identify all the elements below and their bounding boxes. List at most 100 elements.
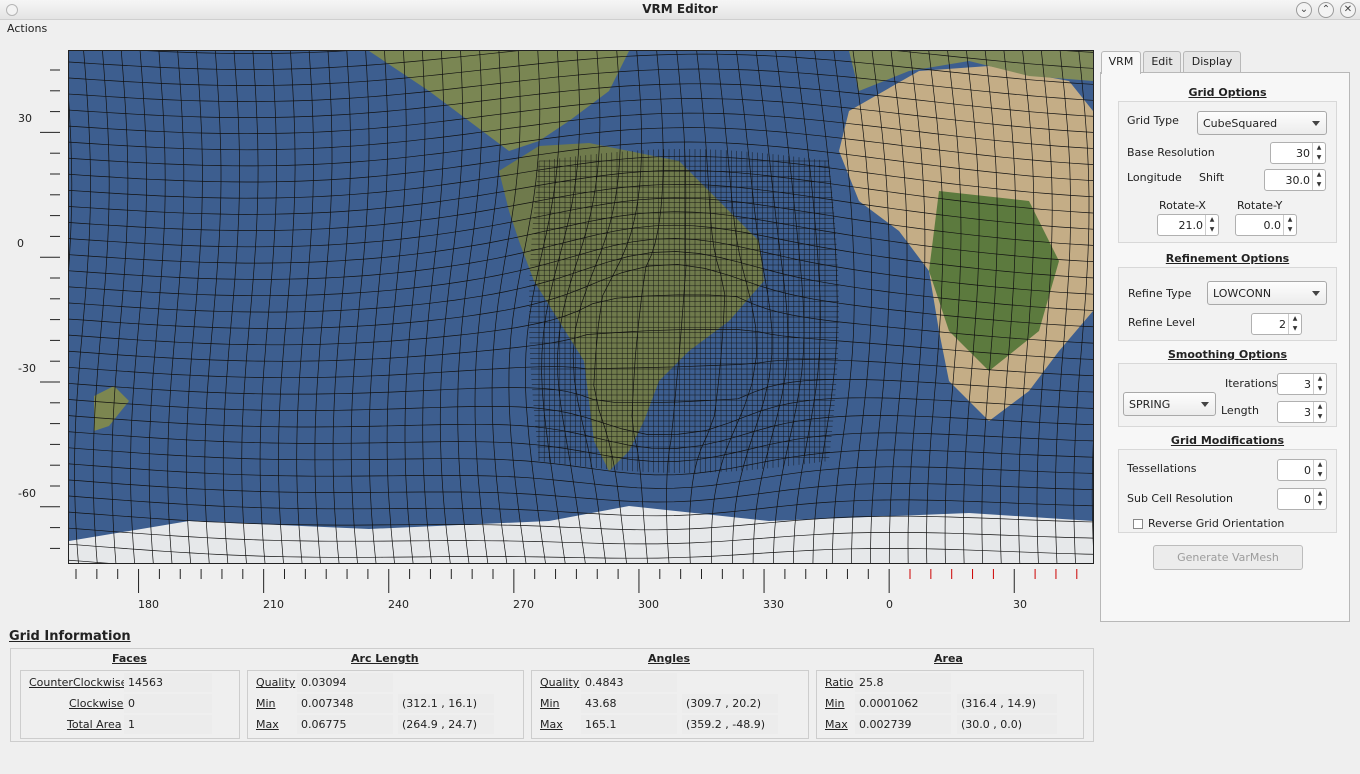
chevron-down-icon: ⌄ [1299,4,1309,15]
angles-title: Angles [648,652,690,665]
generate-varmesh-button[interactable]: Generate VarMesh [1153,545,1303,570]
iterations-spinbox[interactable]: 3 ▲ ▼ [1277,373,1327,395]
cw-value: 0 [124,694,212,713]
maximize-button[interactable]: ⌃ [1318,2,1334,18]
menu-actions[interactable]: Actions [7,22,47,35]
y-tick-label-0: 0 [17,237,24,250]
grid-options-title: Grid Options [1188,86,1267,99]
close-button[interactable]: ✕ [1340,2,1356,18]
menu-bar: Actions [0,20,1360,38]
arc-max-value: 0.06775 [297,715,393,734]
x-axis [75,569,1078,593]
area-max-label: Max [825,718,848,731]
faces-section: CounterClockwise 14563 Clockwise 0 Total… [20,670,240,739]
area-max-value: 0.002739 [855,715,951,734]
sub-cell-resolution-value: 0 [1304,493,1311,506]
longitude-label: Longitude [1127,171,1182,184]
title-bar: VRM Editor ⌄ ⌃ ✕ [0,0,1360,20]
arc-quality-value: 0.03094 [297,673,393,692]
angles-quality-value: 0.4843 [581,673,677,692]
rotate-y-value: 0.0 [1263,219,1282,232]
x-tick-label-180: 180 [138,598,159,611]
tessellations-spinbox[interactable]: 0 ▲ ▼ [1277,459,1327,481]
refine-type-label: Refine Type [1128,287,1192,300]
x-tick-label-270: 270 [513,598,534,611]
spin-arrows-icon[interactable]: ▲ ▼ [1283,215,1296,235]
refine-level-label: Refine Level [1128,316,1196,329]
refine-type-select[interactable]: LOWCONN [1207,281,1327,305]
longitude-shift-spinbox[interactable]: 30.0 ▲ ▼ [1264,169,1326,191]
grid-information-box: Faces CounterClockwise 14563 Clockwise 0… [10,648,1094,742]
base-resolution-value: 30 [1296,147,1310,160]
tab-vrm[interactable]: VRM [1101,51,1141,74]
ccw-label: CounterClockwise [29,676,128,689]
vrm-panel: Grid Options Grid Type CubeSquared Base … [1100,72,1350,622]
length-label: Length [1221,404,1259,417]
grid-modifications-title: Grid Modifications [1170,434,1285,447]
angles-section: Quality 0.4843 Min 43.68 (309.7 , 20.2) … [531,670,809,739]
reverse-grid-orientation-label[interactable]: Reverse Grid Orientation [1148,517,1284,530]
arc-length-title: Arc Length [351,652,419,665]
minimize-button[interactable]: ⌄ [1296,2,1312,18]
refinement-options-title: Refinement Options [1165,252,1290,265]
chevron-down-icon [1312,291,1320,296]
area-title: Area [934,652,963,665]
spin-arrows-icon[interactable]: ▲ ▼ [1312,143,1325,163]
chevron-down-icon [1312,121,1320,126]
spin-arrows-icon[interactable]: ▲ ▼ [1288,314,1301,334]
grid-type-select[interactable]: CubeSquared [1197,111,1327,135]
spin-arrows-icon[interactable]: ▲ ▼ [1313,374,1326,394]
angles-max-value: 165.1 [581,715,677,734]
base-resolution-spinbox[interactable]: 30 ▲ ▼ [1270,142,1326,164]
refine-level-spinbox[interactable]: 2 ▲ ▼ [1251,313,1302,335]
grid-modifications-group: Tessellations 0 ▲ ▼ Sub Cell Resolution 0… [1118,449,1337,533]
close-icon: ✕ [1343,4,1353,15]
arc-min-value: 0.007348 [297,694,393,713]
area-max-location: (30.0 , 0.0) [957,715,1057,734]
shift-label: Shift [1199,171,1225,184]
faces-title: Faces [112,652,147,665]
arc-min-location: (312.1 , 16.1) [398,694,494,713]
rotate-y-label: Rotate-Y [1237,199,1283,212]
spin-arrows-icon[interactable]: ▲ ▼ [1313,402,1326,422]
grid-options-group: Grid Type CubeSquared Base Resolution 30… [1118,101,1337,243]
angles-min-label: Min [540,697,560,710]
angles-quality-label: Quality [540,676,580,689]
rotate-x-spinbox[interactable]: 21.0 ▲ ▼ [1157,214,1219,236]
cw-label: Clockwise [69,697,124,710]
reverse-grid-orientation-checkbox[interactable] [1133,519,1143,529]
rotate-x-value: 21.0 [1178,219,1204,232]
spin-arrows-icon[interactable]: ▲ ▼ [1313,460,1326,480]
length-spinbox[interactable]: 3 ▲ ▼ [1277,401,1327,423]
spin-arrows-icon[interactable]: ▲ ▼ [1205,215,1218,235]
sub-cell-resolution-label: Sub Cell Resolution [1127,492,1233,505]
window-title: VRM Editor [642,2,718,16]
y-tick-label-30: 30 [18,112,32,125]
arc-min-label: Min [256,697,276,710]
length-value: 3 [1304,406,1311,419]
smoothing-method-select[interactable]: SPRING [1123,392,1216,416]
y-tick-label-minus60: -60 [18,487,36,500]
grid-type-label: Grid Type [1127,114,1179,127]
arc-max-location: (264.9 , 24.7) [398,715,494,734]
arc-length-section: Quality 0.03094 Min 0.007348 (312.1 , 16… [247,670,524,739]
angles-min-location: (309.7 , 20.2) [682,694,778,713]
area-min-label: Min [825,697,845,710]
mesh-view[interactable] [68,50,1094,564]
tessellations-label: Tessellations [1127,462,1197,475]
rotate-x-label: Rotate-X [1159,199,1206,212]
tab-display[interactable]: Display [1183,51,1241,73]
angles-min-value: 43.68 [581,694,677,713]
tab-edit[interactable]: Edit [1143,51,1181,73]
spin-arrows-icon[interactable]: ▲ ▼ [1313,489,1326,509]
sub-cell-resolution-spinbox[interactable]: 0 ▲ ▼ [1277,488,1327,510]
arc-quality-label: Quality [256,676,296,689]
x-tick-label-240: 240 [388,598,409,611]
smoothing-options-title: Smoothing Options [1167,348,1288,361]
mesh-canvas[interactable] [69,51,1093,563]
spin-arrows-icon[interactable]: ▲ ▼ [1312,170,1325,190]
rotate-y-spinbox[interactable]: 0.0 ▲ ▼ [1235,214,1297,236]
iterations-value: 3 [1304,378,1311,391]
refine-type-value: LOWCONN [1213,287,1272,300]
x-tick-label-300: 300 [638,598,659,611]
